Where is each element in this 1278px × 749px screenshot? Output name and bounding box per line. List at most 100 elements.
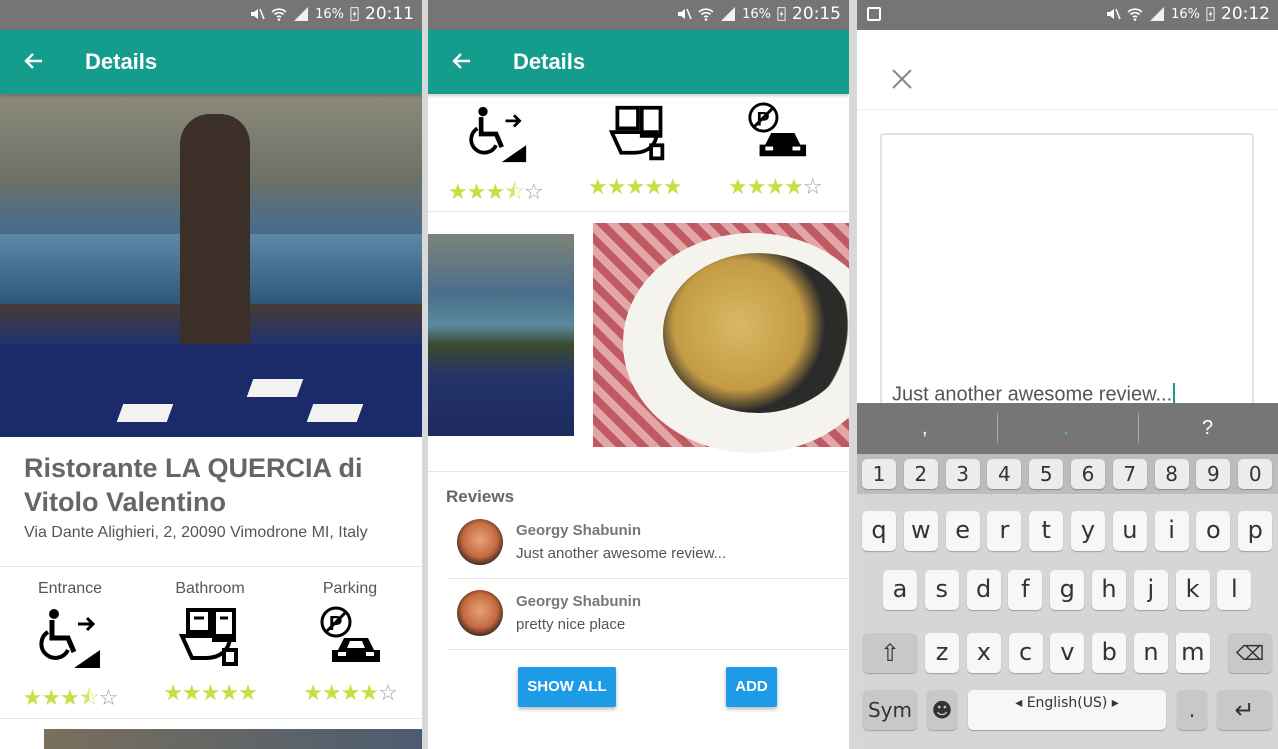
- enter-key[interactable]: ↵: [1217, 690, 1272, 730]
- key-b[interactable]: b: [1092, 633, 1127, 673]
- key-3[interactable]: 3: [945, 459, 980, 489]
- close-icon[interactable]: [891, 68, 913, 90]
- accessible-toilet-icon: [178, 608, 238, 666]
- key-l[interactable]: l: [1217, 570, 1252, 610]
- entrance-rating: ★★★⯪☆: [22, 686, 119, 711]
- key-n[interactable]: n: [1134, 633, 1168, 673]
- photo-strip[interactable]: [44, 729, 422, 749]
- accessible-toilet-icon: [608, 105, 665, 161]
- key-m[interactable]: m: [1175, 633, 1210, 673]
- key-p[interactable]: p: [1238, 511, 1273, 551]
- key-0[interactable]: 0: [1238, 459, 1273, 489]
- battery-charging-icon: [1206, 7, 1215, 21]
- status-bar: 16% 20:12: [857, 0, 1278, 30]
- key-w[interactable]: w: [903, 511, 938, 551]
- key-y[interactable]: y: [1071, 511, 1105, 551]
- key-v[interactable]: v: [1050, 633, 1085, 673]
- show-all-button[interactable]: SHOW ALL: [518, 667, 616, 707]
- key-9[interactable]: 9: [1196, 459, 1231, 489]
- key-7[interactable]: 7: [1112, 459, 1147, 489]
- page-title: Details: [85, 49, 158, 74]
- gallery-photo-dish[interactable]: [593, 223, 849, 453]
- key-q[interactable]: q: [862, 511, 896, 551]
- arrow-left-icon[interactable]: [22, 49, 46, 73]
- battery-percent: 16%: [742, 6, 771, 22]
- battery-charging-icon: [777, 7, 786, 21]
- key-c[interactable]: c: [1008, 633, 1043, 673]
- key-r[interactable]: r: [987, 511, 1022, 551]
- soft-keyboard: , . ? 1234567890 qwertyuiop asdfghjkl zxcvb…: [857, 403, 1278, 749]
- suggestion-comma[interactable]: ,: [922, 417, 928, 440]
- suggestion-bar: , . ?: [857, 403, 1278, 454]
- review-text-input[interactable]: Just another awesome review...: [880, 133, 1254, 413]
- mute-icon: [678, 8, 692, 20]
- wheelchair-ramp-icon: [39, 609, 100, 668]
- clock: 20:12: [1221, 4, 1270, 24]
- shift-key[interactable]: ⇧: [863, 633, 917, 673]
- bathroom-rating: ★★★★★: [588, 175, 683, 200]
- bathroom-rating: ★★★★★: [163, 681, 258, 706]
- key-g[interactable]: g: [1050, 570, 1085, 610]
- key-h[interactable]: h: [1092, 570, 1126, 610]
- review-author: Georgy Shabunin: [516, 593, 642, 610]
- parking-rating: ★★★★☆: [728, 175, 823, 200]
- page-title: Details: [513, 49, 586, 74]
- entrance-rating: ★★★⯪☆: [448, 180, 544, 205]
- key-6[interactable]: 6: [1071, 459, 1105, 489]
- key-d[interactable]: d: [966, 570, 1001, 610]
- key-4[interactable]: 4: [987, 459, 1022, 489]
- restaurant-name: Ristorante LA QUERCIA di Vitolo Valentin…: [24, 453, 363, 517]
- backspace-key[interactable]: ⌫: [1228, 633, 1272, 673]
- key-e[interactable]: e: [945, 511, 980, 551]
- review-input-value: Just another awesome review...: [892, 383, 1173, 406]
- feature-label: Bathroom: [175, 580, 245, 597]
- feature-label: Entrance: [37, 580, 103, 597]
- avatar: [457, 590, 503, 636]
- key-z[interactable]: z: [925, 633, 959, 673]
- add-review-button[interactable]: ADD: [726, 667, 777, 707]
- sym-key[interactable]: Sym: [863, 690, 917, 730]
- key-i[interactable]: i: [1154, 511, 1189, 551]
- key-8[interactable]: 8: [1154, 459, 1189, 489]
- clock: 20:11: [365, 4, 414, 24]
- screen-compose-review: 16% 20:12 Just another awesome review...…: [857, 0, 1278, 749]
- key-5[interactable]: 5: [1029, 459, 1064, 489]
- wifi-icon: [1127, 8, 1143, 21]
- restaurant-photo[interactable]: [0, 94, 422, 437]
- key-2[interactable]: 2: [903, 459, 938, 489]
- key-1[interactable]: 1: [862, 459, 896, 489]
- no-parking-car-icon: P: [748, 102, 807, 157]
- no-parking-car-icon: P: [320, 606, 380, 662]
- signal-icon: [1150, 7, 1165, 21]
- suggestion-period[interactable]: .: [1063, 417, 1069, 440]
- battery-percent: 16%: [315, 6, 344, 22]
- wifi-icon: [698, 8, 714, 21]
- review-text: pretty nice place: [516, 616, 626, 633]
- key-k[interactable]: k: [1175, 570, 1210, 610]
- emoji-key[interactable]: ☻: [927, 690, 957, 730]
- arrow-left-icon[interactable]: [450, 49, 474, 73]
- battery-percent: 16%: [1171, 6, 1200, 22]
- status-bar: 16% 20:11: [0, 0, 422, 30]
- key-t[interactable]: t: [1029, 511, 1064, 551]
- key-f[interactable]: f: [1008, 570, 1043, 610]
- space-key[interactable]: ◂ English(US) ▸: [968, 690, 1166, 730]
- suggestion-question[interactable]: ?: [1202, 417, 1213, 440]
- parking-rating: ★★★★☆: [303, 681, 398, 706]
- battery-charging-icon: [350, 7, 359, 21]
- mute-icon: [1107, 8, 1121, 20]
- gallery-photo-interior[interactable]: [428, 234, 574, 436]
- signal-icon: [294, 7, 309, 21]
- key-x[interactable]: x: [966, 633, 1001, 673]
- feature-parking: Parking P ★★★★☆: [295, 580, 405, 706]
- restaurant-address: Via Dante Alighieri, 2, 20090 Vimodrone …: [24, 524, 368, 541]
- key-o[interactable]: o: [1196, 511, 1231, 551]
- key-s[interactable]: s: [924, 570, 959, 610]
- key-j[interactable]: j: [1133, 570, 1168, 610]
- wheelchair-ramp-icon: [469, 106, 527, 163]
- feature-entrance: Entrance ★★★⯪☆: [15, 580, 125, 719]
- key-u[interactable]: u: [1112, 511, 1147, 551]
- period-key[interactable]: .: [1177, 690, 1207, 730]
- app-bar: Details: [0, 30, 422, 94]
- key-a[interactable]: a: [883, 570, 917, 610]
